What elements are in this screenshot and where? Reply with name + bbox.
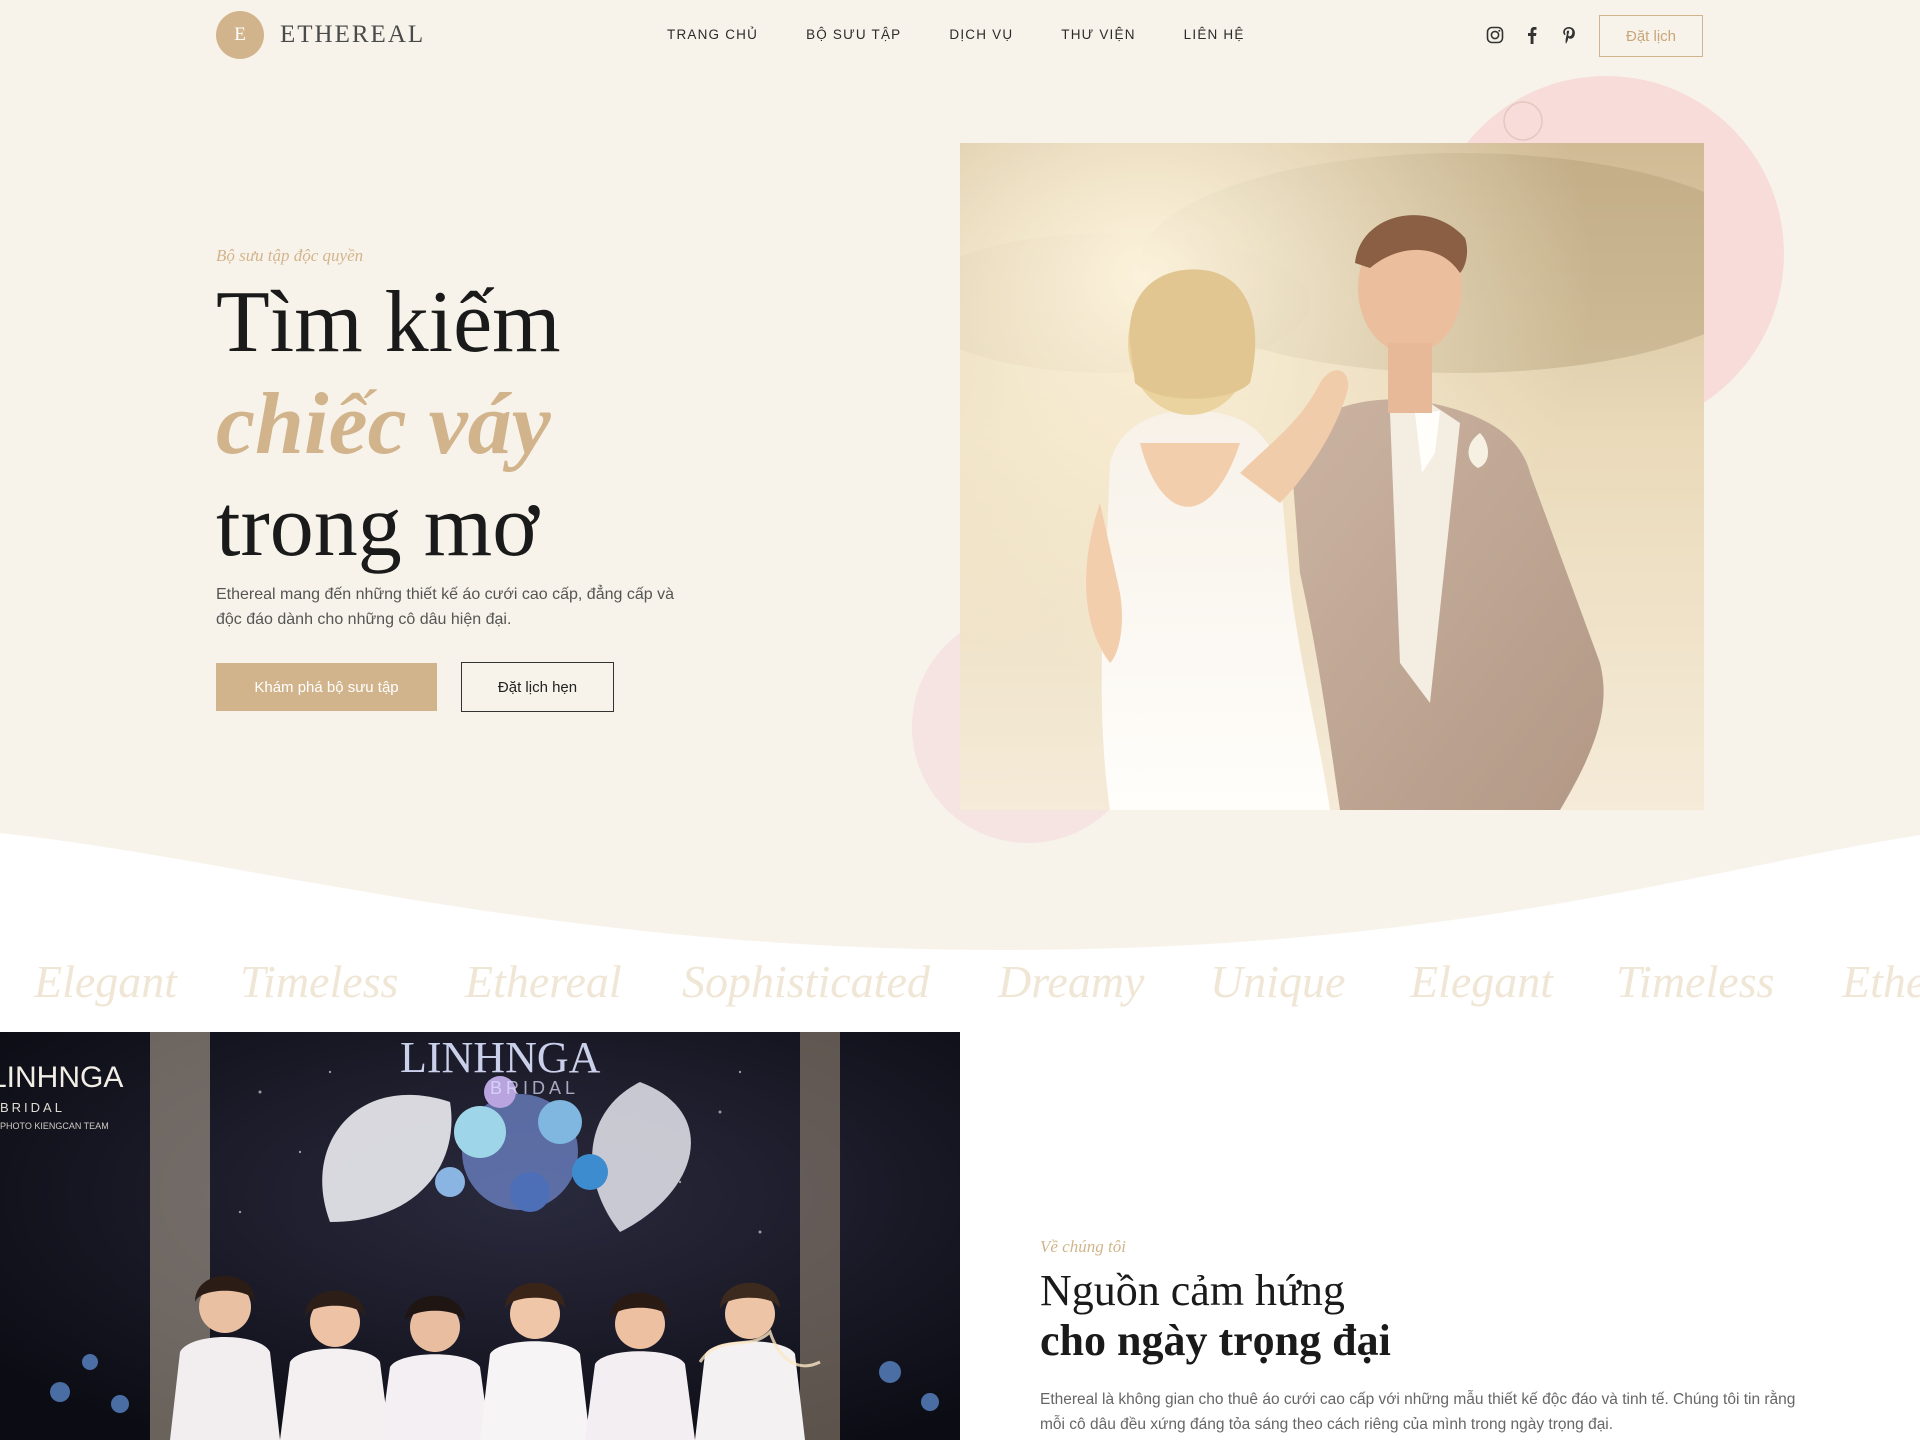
- marquee-word: Timeless: [240, 956, 399, 1007]
- nav-item-home[interactable]: TRANG CHỦ: [667, 27, 758, 42]
- hero-title-accent: chiếc váy: [216, 376, 551, 473]
- about-title: Nguồn cảm hứng cho ngày trọng đại: [1040, 1266, 1391, 1366]
- site-header: E ETHEREAL TRANG CHỦ BỘ SƯU TẬP DỊCH VỤ …: [0, 0, 1920, 72]
- logo[interactable]: E ETHEREAL: [216, 11, 425, 59]
- marquee-word: Dreamy: [998, 956, 1145, 1007]
- about-eyebrow: Về chúng tôi: [1040, 1237, 1126, 1256]
- about-description: Ethereal là không gian cho thuê áo cưới …: [1040, 1391, 1796, 1433]
- hero-eyebrow: Bộ sưu tập độc quyền: [216, 246, 364, 265]
- marquee-word: Elegant: [1410, 956, 1554, 1007]
- hero-couple-photo: [960, 143, 1704, 810]
- about-title-line1: Nguồn cảm hứng: [1040, 1266, 1345, 1315]
- marquee-word: Timeless: [1616, 956, 1775, 1007]
- photo-wall-text: LINHNGA: [0, 1061, 123, 1094]
- explore-collection-button[interactable]: Khám phá bộ sưu tập: [216, 663, 437, 711]
- marquee-word: Elegant: [34, 956, 178, 1007]
- photo-wall-credit: PHOTO KIENGCAN TEAM: [0, 1121, 109, 1131]
- about-title-line2: cho ngày trọng đại: [1040, 1316, 1391, 1365]
- photo-sign-text: LINHNGA: [400, 1033, 601, 1082]
- book-appointment-outline-button[interactable]: Đặt lịch hẹn: [461, 662, 614, 712]
- nav-item-collection[interactable]: BỘ SƯU TẬP: [806, 27, 901, 42]
- pinterest-icon[interactable]: [1558, 24, 1580, 46]
- social-links: [1484, 24, 1595, 46]
- nav-item-gallery[interactable]: THƯ VIỆN: [1061, 27, 1135, 42]
- about-event-photo: LINHNGA BRIDAL LINHNGA BRIDAL PHOTO KIEN…: [0, 1032, 960, 1440]
- hero-title-line1: Tìm kiếm: [216, 274, 561, 371]
- logo-text: ETHEREAL: [280, 21, 426, 48]
- hero-description: Ethereal mang đến những thiết kế áo cưới…: [216, 586, 674, 628]
- hero-title: Tìm kiếm chiếc váy trong mơ: [216, 272, 561, 578]
- hero-title-line3: trong mơ: [216, 478, 539, 575]
- instagram-icon[interactable]: [1484, 24, 1506, 46]
- marquee-word: Sophisticated: [682, 956, 930, 1007]
- nav-item-contact[interactable]: LIÊN HỆ: [1184, 27, 1245, 42]
- logo-mark: E: [216, 11, 264, 59]
- photo-sign-sub: BRIDAL: [490, 1078, 579, 1098]
- marquee-word: Ethereal: [465, 956, 622, 1007]
- photo-wall-sub: BRIDAL: [0, 1100, 65, 1115]
- book-appointment-button[interactable]: Đặt lịch: [1599, 15, 1703, 57]
- nav-item-services[interactable]: DỊCH VỤ: [949, 27, 1013, 42]
- main-nav: TRANG CHỦ BỘ SƯU TẬP DỊCH VỤ THƯ VIỆN LI…: [667, 27, 1293, 42]
- facebook-icon[interactable]: [1521, 24, 1543, 46]
- marquee-word: Unique: [1210, 956, 1346, 1007]
- marquee-strip: Elegant Timeless Ethereal Sophisticated …: [0, 955, 1920, 1025]
- marquee-word: Ethereal: [1842, 956, 1920, 1007]
